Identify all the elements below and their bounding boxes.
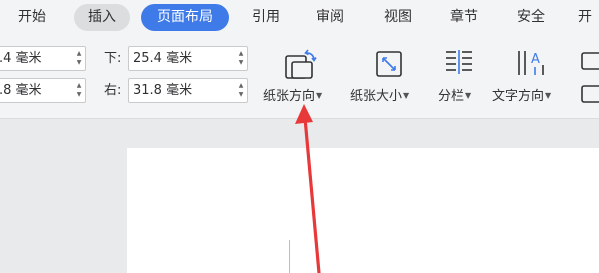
- annotation-arrow: [295, 104, 321, 273]
